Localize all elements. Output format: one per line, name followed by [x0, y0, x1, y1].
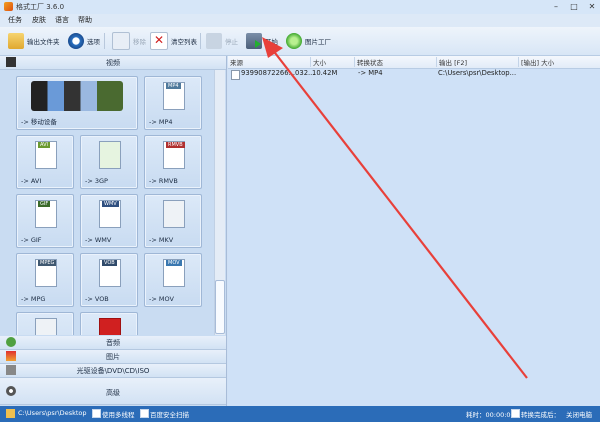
status-bar: C:\Users\psr\Desktop 使用多线程 百度安全扫描 耗时：00:… [0, 406, 600, 422]
elapsed-time: 耗时：00:00:00 [466, 411, 515, 419]
output-path[interactable]: C:\Users\psr\Desktop [18, 409, 87, 417]
shutdown-option[interactable]: 关闭电脑 [566, 409, 592, 419]
annotation-arrow [262, 37, 528, 379]
alert-checkbox[interactable] [140, 409, 149, 418]
after-done-checkbox[interactable] [511, 409, 520, 418]
after-done-label: 转换完成后： [521, 411, 560, 419]
multithread-label: 使用多线程 [102, 411, 135, 419]
folder-icon [6, 409, 15, 418]
alert-label: 百度安全扫描 [150, 411, 189, 419]
multithread-checkbox[interactable] [92, 409, 101, 418]
